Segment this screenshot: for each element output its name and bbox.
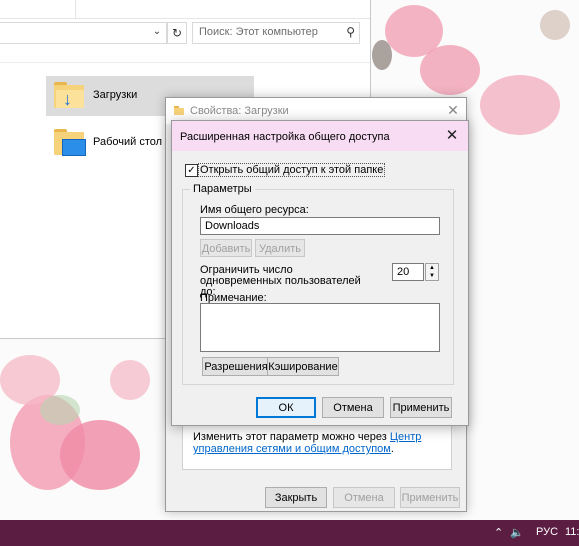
- apply-button[interactable]: Применить: [390, 397, 452, 418]
- speaker-icon[interactable]: 🔈: [510, 526, 524, 539]
- flower-decoration: [110, 360, 150, 400]
- flower-decoration: [372, 40, 392, 70]
- flower-decoration: [540, 10, 570, 40]
- chevron-down-icon[interactable]: ⌄: [150, 24, 164, 40]
- taskbar: ⌃ 🔈 РУС 11:: [0, 520, 579, 546]
- settings-group-label: Параметры: [190, 183, 255, 195]
- cancel-button[interactable]: Отмена: [333, 487, 395, 508]
- close-icon[interactable]: ✕: [442, 127, 462, 145]
- downloads-folder-icon: ↓: [54, 82, 84, 108]
- chevron-down-icon[interactable]: ▼: [426, 272, 438, 280]
- properties-title: Свойства: Загрузки: [190, 105, 289, 117]
- share-name-label: Имя общего ресурса:: [200, 204, 309, 216]
- ribbon-divider: [75, 0, 76, 18]
- advanced-sharing-dialog: Расширенная настройка общего доступа ✕ ✓…: [171, 120, 469, 426]
- explorer-ribbon-strip: [0, 0, 370, 19]
- apply-button[interactable]: Применить: [400, 487, 460, 508]
- folder-icon: [174, 106, 184, 115]
- chevron-up-icon[interactable]: ⌃: [494, 526, 503, 539]
- comment-textarea[interactable]: [200, 303, 440, 352]
- cancel-button[interactable]: Отмена: [322, 397, 384, 418]
- chevron-up-icon[interactable]: ▲: [426, 264, 438, 272]
- flower-decoration: [40, 395, 80, 425]
- info-text: Изменить этот параметр можно через Центр…: [193, 431, 422, 455]
- share-name-input[interactable]: Downloads: [200, 217, 440, 235]
- add-button[interactable]: Добавить: [200, 239, 252, 257]
- caching-button[interactable]: Кэширование: [267, 357, 339, 376]
- search-placeholder: Поиск: Этот компьютер: [199, 26, 318, 38]
- language-indicator[interactable]: РУС: [536, 526, 558, 538]
- address-bar[interactable]: [0, 22, 167, 44]
- flower-decoration: [420, 45, 480, 95]
- flower-decoration: [60, 420, 140, 490]
- clock[interactable]: 11:: [565, 526, 579, 538]
- permissions-button[interactable]: Разрешения: [202, 357, 270, 376]
- close-icon[interactable]: ✕: [444, 101, 462, 119]
- info-panel: Изменить этот параметр можно через Центр…: [182, 424, 452, 470]
- ok-button[interactable]: ОК: [256, 397, 316, 418]
- divider: [0, 62, 370, 63]
- folder-label: Рабочий стол: [93, 136, 163, 148]
- remove-button[interactable]: Удалить: [255, 239, 305, 257]
- desktop-folder-icon: [54, 129, 86, 156]
- search-input[interactable]: Поиск: Этот компьютер ⚲: [192, 22, 360, 44]
- user-limit-stepper[interactable]: ▲ ▼: [425, 263, 439, 281]
- search-icon: ⚲: [346, 25, 355, 39]
- advanced-sharing-title: Расширенная настройка общего доступа: [180, 131, 390, 143]
- share-folder-label[interactable]: Открыть общий доступ к этой папке: [198, 163, 386, 177]
- user-limit-input[interactable]: 20: [392, 263, 424, 281]
- close-button[interactable]: Закрыть: [265, 487, 327, 508]
- share-folder-checkbox[interactable]: ✓: [185, 164, 198, 177]
- refresh-icon[interactable]: ↻: [167, 22, 187, 44]
- flower-decoration: [480, 75, 560, 135]
- folder-label: Загрузки: [93, 89, 138, 101]
